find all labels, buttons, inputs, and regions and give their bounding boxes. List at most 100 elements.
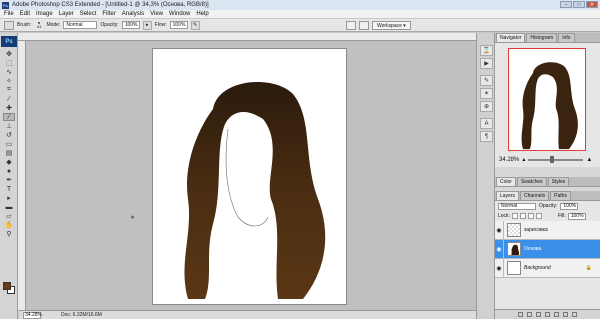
layers-footer (495, 309, 600, 319)
lock-image-toggle[interactable] (519, 213, 526, 219)
blend-mode-select[interactable]: Normal (498, 202, 536, 210)
clone-stamp-tool-icon[interactable]: ⊥ (3, 122, 15, 130)
path-selection-tool-icon[interactable]: ▸ (3, 194, 15, 202)
tab-layers[interactable]: Layers (496, 191, 520, 200)
close-button[interactable]: ✕ (586, 1, 598, 8)
healing-brush-tool-icon[interactable]: ✚ (3, 104, 15, 112)
workspace-button[interactable]: Workspace ▾ (372, 21, 411, 30)
mode-select[interactable]: Normal (63, 21, 98, 29)
tab-channels[interactable]: Channels (520, 191, 550, 200)
tab-info[interactable]: Info (558, 33, 575, 42)
tool-presets-icon[interactable]: ✎ (480, 75, 493, 86)
brush-cursor-icon: ∗ (130, 215, 136, 221)
actions-icon[interactable]: ▶ (480, 58, 493, 69)
tab-navigator[interactable]: Navigator (496, 33, 526, 42)
brush-tool-icon[interactable]: ⁄ (3, 113, 15, 121)
layer-row[interactable]: ◉ Background 🔒 (495, 258, 600, 278)
menu-file[interactable]: File (4, 11, 14, 17)
lock-position-toggle[interactable] (527, 213, 534, 219)
history-brush-tool-icon[interactable]: ↺ (3, 131, 15, 139)
tool-preset-picker[interactable] (4, 20, 14, 30)
navigator-zoom-row: 34.28% ▴ ▲ (499, 155, 599, 164)
document-canvas[interactable] (152, 48, 347, 305)
maximize-button[interactable]: □ (573, 1, 585, 8)
airbrush-icon[interactable]: ✎ (190, 20, 200, 30)
horizontal-ruler[interactable] (18, 33, 476, 41)
menu-filter[interactable]: Filter (102, 11, 115, 17)
menu-image[interactable]: Image (36, 11, 53, 17)
layer-row[interactable]: ◉ Основа (495, 239, 600, 259)
flow-field[interactable]: 100% (169, 21, 188, 29)
zoom-tool-icon[interactable]: ⚲ (3, 230, 15, 238)
menu-help[interactable]: Help (196, 11, 208, 17)
opacity-field[interactable]: 100% (121, 21, 140, 29)
lock-transparent-toggle[interactable] (511, 213, 518, 219)
menu-select[interactable]: Select (80, 11, 97, 17)
zoom-slider-knob[interactable] (550, 155, 555, 163)
pen-tool-icon[interactable]: ✒ (3, 176, 15, 184)
lasso-tool-icon[interactable]: ∿ (3, 68, 15, 76)
character-icon[interactable]: A (480, 118, 493, 129)
palette-well-icon[interactable] (346, 21, 356, 30)
layer-thumbnail (507, 223, 521, 237)
paragraph-icon[interactable]: ¶ (480, 131, 493, 142)
layer-row[interactable]: ◉ зарисовка (495, 220, 600, 240)
minimize-button[interactable]: – (560, 1, 572, 8)
vertical-ruler[interactable] (18, 41, 26, 310)
magic-wand-tool-icon[interactable]: ✧ (3, 77, 15, 85)
link-layers-icon[interactable] (518, 312, 523, 317)
type-tool-icon[interactable]: T (3, 185, 15, 193)
marquee-tool-icon[interactable]: ⬚ (3, 59, 15, 67)
lock-all-toggle[interactable] (535, 213, 542, 219)
notes-tool-icon[interactable]: ▱ (3, 212, 15, 220)
new-group-icon[interactable] (554, 312, 559, 317)
menu-layer[interactable]: Layer (59, 11, 74, 17)
options-bar: Brush: ● 41 Mode: Normal Opacity: 100% ▸ … (0, 19, 600, 32)
delete-layer-icon[interactable] (572, 312, 577, 317)
zoom-in-icon[interactable]: ▲ (586, 157, 592, 163)
tab-swatches[interactable]: Swatches (516, 177, 547, 186)
navigator-thumbnail[interactable] (508, 48, 586, 151)
tab-styles[interactable]: Styles (547, 177, 570, 186)
tab-histogram[interactable]: Histogram (526, 33, 558, 42)
move-tool-icon[interactable]: ✥ (3, 50, 15, 58)
eyedropper-tool-icon[interactable]: ⁄ (3, 95, 15, 103)
brushes-icon[interactable]: ✶ (480, 88, 493, 99)
zoom-slider[interactable] (528, 155, 584, 163)
layer-thumbnail (507, 261, 521, 275)
layer-style-icon[interactable] (527, 312, 532, 317)
zoom-field[interactable]: 34.28% (23, 311, 42, 319)
foreground-color-swatch[interactable] (3, 282, 11, 290)
shape-tool-icon[interactable]: ▬ (3, 203, 15, 211)
opacity-pressure-toggle[interactable]: ▸ (142, 20, 152, 30)
navigator-zoom-value: 34.28% (499, 156, 520, 163)
eye-icon[interactable]: ◉ (495, 258, 504, 278)
tab-paths[interactable]: Paths (550, 191, 571, 200)
menu-window[interactable]: Window (169, 11, 190, 17)
eye-icon[interactable]: ◉ (495, 220, 504, 240)
history-icon[interactable]: ⌛ (480, 45, 493, 56)
dock-icon[interactable] (359, 21, 369, 30)
brush-picker[interactable]: ● 41 (34, 20, 43, 30)
tab-color[interactable]: Color (496, 177, 516, 186)
new-layer-icon[interactable] (563, 312, 568, 317)
zoom-out-icon[interactable]: ▴ (522, 156, 525, 163)
panel-dock: Navigator Histogram Info 34.28% ▴ ▲ Colo… (495, 33, 600, 319)
doc-size-info: Doc: 6.32M/16.6M (61, 312, 102, 318)
menu-edit[interactable]: Edit (20, 11, 30, 17)
blur-tool-icon[interactable]: ◆ (3, 158, 15, 166)
layer-opacity-field[interactable]: 100% (560, 202, 579, 210)
add-mask-icon[interactable] (536, 312, 541, 317)
clone-source-icon[interactable]: ⊕ (480, 101, 493, 112)
dodge-tool-icon[interactable]: ● (3, 167, 15, 175)
eraser-tool-icon[interactable]: ▭ (3, 140, 15, 148)
menu-analysis[interactable]: Analysis (122, 11, 144, 17)
adjustment-layer-icon[interactable] (545, 312, 550, 317)
crop-tool-icon[interactable]: ⌗ (3, 86, 15, 94)
eye-icon[interactable]: ◉ (495, 239, 504, 259)
gradient-tool-icon[interactable]: ▤ (3, 149, 15, 157)
layer-opacity-label: Opacity: (539, 203, 558, 209)
menu-view[interactable]: View (150, 11, 163, 17)
hand-tool-icon[interactable]: ✋ (3, 221, 15, 229)
fill-field[interactable]: 100% (567, 212, 586, 220)
